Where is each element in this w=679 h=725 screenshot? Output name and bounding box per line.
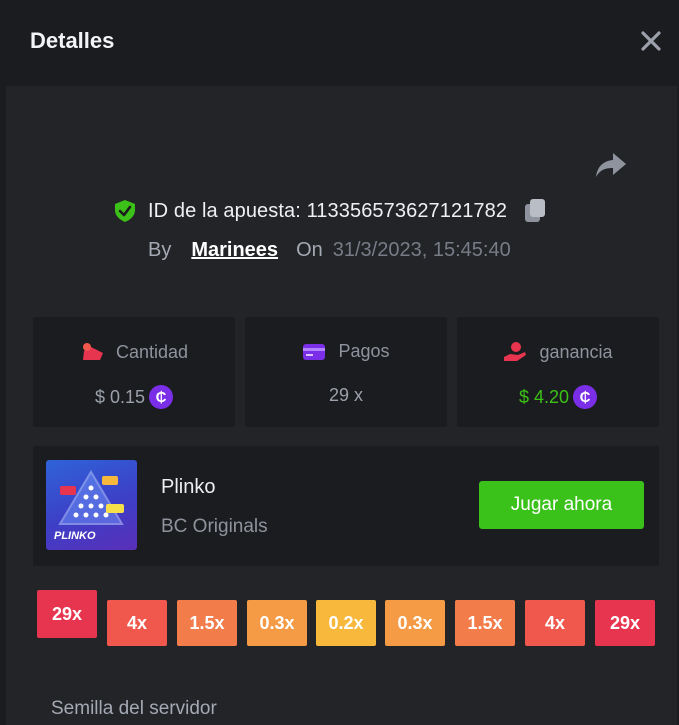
server-seed-label: Semilla del servidor: [51, 698, 217, 719]
shield-check-icon: [115, 200, 135, 222]
card-icon: [303, 343, 326, 360]
coin-icon: ₵: [573, 385, 598, 409]
play-now-button[interactable]: Jugar ahora: [479, 481, 644, 529]
profit-hand-icon: [504, 342, 527, 361]
multiplier-box: 0.3x: [247, 600, 307, 646]
modal-header: Detalles: [0, 0, 679, 86]
bet-id-row: ID de la apuesta: 113356573627121782: [114, 196, 547, 226]
game-name: Plinko: [161, 476, 216, 498]
stat-label-payout: Pagos: [338, 341, 390, 361]
multiplier-box: 1.5x: [455, 600, 515, 646]
bet-meta-row: By Marinees On 31/3/2023, 15:45:40: [148, 236, 511, 264]
game-thumbnail[interactable]: PLINKO: [46, 460, 137, 550]
bet-amount-icon: [82, 343, 103, 360]
multiplier-box: 4x: [525, 600, 585, 646]
share-icon[interactable]: [594, 150, 628, 180]
multiplier-box: 29x: [595, 600, 655, 646]
stat-label-amount: Cantidad: [115, 341, 189, 362]
stat-value-payout: 29 x: [328, 385, 364, 405]
stat-value-amount: $ 0.15: [94, 386, 146, 407]
stat-label-profit: ganancia: [539, 341, 613, 362]
stat-card-amount: Cantidad $ 0.15 ₵: [33, 317, 235, 427]
user-link[interactable]: Marinees: [191, 239, 278, 262]
multiplier-box: 0.3x: [385, 600, 445, 646]
close-icon[interactable]: [636, 28, 666, 56]
bet-datetime: 31/3/2023, 15:45:40: [332, 238, 511, 261]
stat-value-profit: $ 4.20: [518, 386, 570, 407]
game-card: PLINKO Plinko BC Originals Jugar ahora: [33, 446, 659, 566]
stat-card-payout: Pagos 29 x: [245, 317, 447, 427]
game-provider: BC Originals: [161, 516, 268, 537]
bet-id-label: ID de la apuesta: 113356573627121782: [148, 199, 508, 222]
modal-title: Detalles: [30, 28, 115, 53]
thumbnail-label: PLINKO: [54, 530, 96, 542]
by-label: By: [148, 238, 172, 261]
stat-card-profit: ganancia $ 4.20 ₵: [457, 317, 659, 427]
multiplier-box: 0.2x: [316, 600, 376, 646]
multiplier-box: 29x: [37, 590, 97, 638]
on-label: On: [296, 238, 323, 261]
coin-icon: ₵: [149, 385, 174, 409]
multiplier-box: 4x: [107, 600, 167, 646]
copy-icon[interactable]: [523, 198, 547, 224]
multiplier-box: 1.5x: [177, 600, 237, 646]
multiplier-row: 29x 4x 1.5x 0.3x 0.2x 0.3x 1.5x 4x 29x: [0, 588, 679, 658]
